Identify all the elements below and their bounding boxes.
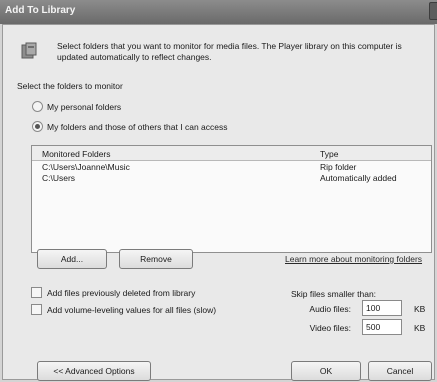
radio-button[interactable] — [32, 101, 43, 112]
table-row[interactable]: C:\Users\Joanne\Music Rip folder — [32, 161, 431, 172]
checkbox[interactable] — [31, 304, 42, 315]
folder-type: Automatically added — [320, 173, 397, 183]
ok-button[interactable]: OK — [291, 361, 361, 381]
add-button[interactable]: Add... — [37, 249, 107, 269]
folder-type: Rip folder — [320, 162, 357, 172]
monitored-folders-list[interactable]: Monitored Folders Type C:\Users\Joanne\M… — [31, 145, 432, 253]
video-unit: KB — [414, 323, 426, 333]
radio-button[interactable] — [32, 121, 43, 132]
title-bar: Add To Library — [0, 0, 437, 24]
checkbox-label: Add files previously deleted from librar… — [47, 287, 196, 298]
dialog-body: Select folders that you want to monitor … — [2, 24, 435, 381]
folder-path: C:\Users\Joanne\Music — [42, 162, 130, 172]
window-title: Add To Library — [5, 5, 76, 16]
radio-label: My personal folders — [47, 101, 122, 112]
video-size-field[interactable]: 500 — [362, 319, 402, 335]
radio-personal-folders[interactable]: My personal folders — [32, 101, 121, 112]
radio-label: My folders and those of others that I ca… — [47, 121, 228, 132]
add-deleted-files-option[interactable]: Add files previously deleted from librar… — [31, 287, 195, 298]
remove-button[interactable]: Remove — [119, 249, 193, 269]
library-icon — [21, 42, 37, 59]
video-files-label: Video files: — [309, 323, 351, 333]
audio-size-field[interactable]: 100 — [362, 300, 402, 316]
checkbox-label: Add volume-leveling values for all files… — [47, 304, 217, 315]
list-header: Monitored Folders Type — [32, 146, 431, 161]
skip-files-label: Skip files smaller than: — [291, 289, 377, 299]
close-button[interactable] — [429, 2, 437, 20]
table-row[interactable]: C:\Users Automatically added — [32, 172, 431, 183]
cancel-button[interactable]: Cancel — [368, 361, 432, 381]
header-description: Select folders that you want to monitor … — [57, 41, 402, 62]
advanced-options-button[interactable]: << Advanced Options — [37, 361, 151, 381]
folders-section-label: Select the folders to monitor — [17, 81, 123, 91]
folder-path: C:\Users — [42, 173, 76, 183]
add-volume-leveling-option[interactable]: Add volume-leveling values for all files… — [31, 304, 216, 315]
learn-more-link[interactable]: Learn more about monitoring folders — [285, 254, 422, 264]
checkbox[interactable] — [31, 287, 42, 298]
column-header-type[interactable]: Type — [320, 149, 338, 159]
audio-files-label: Audio files: — [309, 304, 351, 314]
audio-unit: KB — [414, 304, 426, 314]
radio-shared-folders[interactable]: My folders and those of others that I ca… — [32, 121, 227, 132]
column-header-folders[interactable]: Monitored Folders — [42, 149, 111, 159]
